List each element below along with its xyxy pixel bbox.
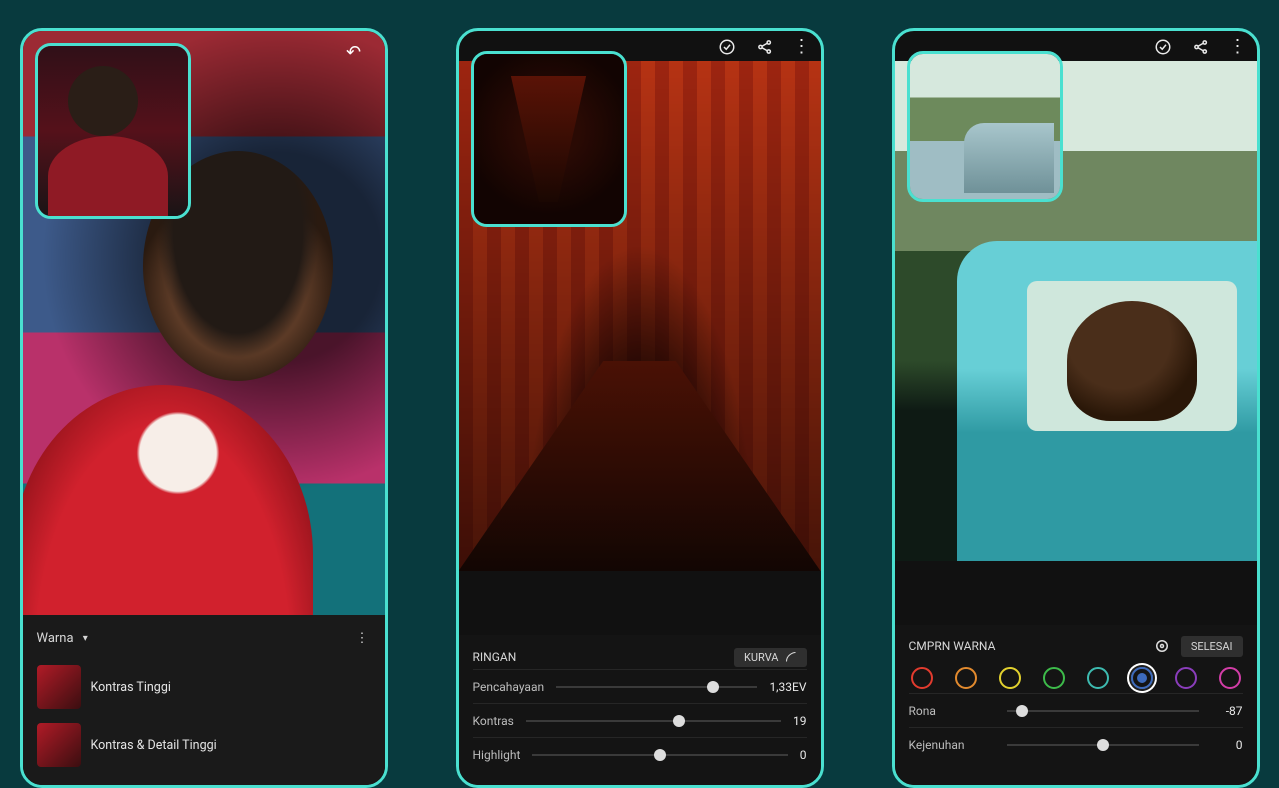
before-thumbnail[interactable] — [35, 43, 191, 219]
slider-contrast[interactable]: Kontras 19 — [473, 703, 807, 737]
check-circle-icon — [1154, 38, 1172, 56]
color-mix-panel: CMPRN WARNA SELESAI Rona -87 Kejenuhan — [895, 625, 1257, 785]
target-adjust-button[interactable] — [1151, 635, 1173, 657]
preset-label: Kontras Tinggi — [91, 680, 171, 695]
preset-item[interactable]: Kontras & Detail Tinggi — [37, 723, 371, 767]
before-thumbnail[interactable] — [471, 51, 627, 227]
preset-thumbnail — [37, 665, 81, 709]
phone-screenshot-3: ⋮ CMPRN WARNA SELESAI — [892, 28, 1260, 788]
preset-category-dropdown[interactable]: Warna ▾ — [37, 631, 88, 646]
color-dot-yellow[interactable] — [999, 667, 1021, 689]
phone-screenshot-1: ↶ Warna ▾ ⋮ Kontras Tinggi Kontras & Det… — [20, 28, 388, 788]
slider-value: 19 — [793, 714, 807, 728]
slider-hue[interactable]: Rona -87 — [909, 693, 1243, 727]
before-thumbnail[interactable] — [907, 51, 1063, 202]
phone-screenshot-2: ⋮ RINGAN KURVA Pencahayaan 1,33EV Kont — [456, 28, 824, 788]
share-button[interactable] — [1191, 37, 1211, 57]
color-dot-green[interactable] — [1043, 667, 1065, 689]
curve-icon — [785, 651, 797, 663]
slider-track[interactable] — [1007, 710, 1199, 712]
slider-label: Kejenuhan — [909, 738, 999, 752]
preset-item[interactable]: Kontras Tinggi — [37, 665, 371, 709]
slider-value: 0 — [1207, 738, 1243, 752]
color-picker-row — [911, 667, 1241, 689]
confirm-button[interactable] — [717, 37, 737, 57]
preset-category-label: Warna — [37, 631, 74, 646]
light-panel-title: RINGAN — [473, 650, 517, 664]
slider-highlight[interactable]: Highlight 0 — [473, 737, 807, 771]
more-menu-button[interactable]: ⋮ — [356, 631, 371, 646]
color-dot-red[interactable] — [911, 667, 933, 689]
slider-track[interactable] — [556, 686, 757, 688]
color-dot-magenta[interactable] — [1219, 667, 1241, 689]
slider-value: -87 — [1207, 704, 1243, 718]
slider-label: Kontras — [473, 714, 514, 728]
check-circle-icon — [718, 38, 736, 56]
more-menu-button[interactable]: ⋮ — [1229, 38, 1247, 56]
slider-track[interactable] — [532, 754, 787, 756]
share-icon — [1192, 38, 1210, 56]
light-panel: RINGAN KURVA Pencahayaan 1,33EV Kontras … — [459, 635, 821, 785]
chevron-down-icon: ▾ — [83, 633, 88, 644]
slider-exposure[interactable]: Pencahayaan 1,33EV — [473, 669, 807, 703]
curve-button[interactable]: KURVA — [734, 648, 807, 667]
slider-label: Highlight — [473, 748, 521, 762]
slider-track[interactable] — [1007, 744, 1199, 746]
share-button[interactable] — [755, 37, 775, 57]
more-menu-button[interactable]: ⋮ — [793, 38, 811, 56]
done-button-label: SELESAI — [1191, 640, 1233, 653]
color-mix-title: CMPRN WARNA — [909, 639, 996, 653]
color-dot-aqua[interactable] — [1087, 667, 1109, 689]
confirm-button[interactable] — [1153, 37, 1173, 57]
color-dot-orange[interactable] — [955, 667, 977, 689]
preset-panel: Warna ▾ ⋮ Kontras Tinggi Kontras & Detai… — [23, 615, 385, 785]
share-icon — [756, 38, 774, 56]
slider-label: Pencahayaan — [473, 680, 545, 694]
undo-icon: ↶ — [346, 42, 361, 63]
slider-saturation[interactable]: Kejenuhan 0 — [909, 727, 1243, 761]
done-button[interactable]: SELESAI — [1181, 636, 1243, 657]
undo-button[interactable]: ↶ — [337, 39, 371, 65]
target-icon — [1153, 637, 1171, 655]
preset-thumbnail — [37, 723, 81, 767]
slider-value: 1,33EV — [769, 680, 806, 694]
curve-button-label: KURVA — [744, 651, 779, 664]
slider-value: 0 — [800, 748, 807, 762]
slider-label: Rona — [909, 704, 999, 718]
color-dot-blue[interactable] — [1131, 667, 1153, 689]
color-dot-purple[interactable] — [1175, 667, 1197, 689]
preset-label: Kontras & Detail Tinggi — [91, 738, 217, 753]
